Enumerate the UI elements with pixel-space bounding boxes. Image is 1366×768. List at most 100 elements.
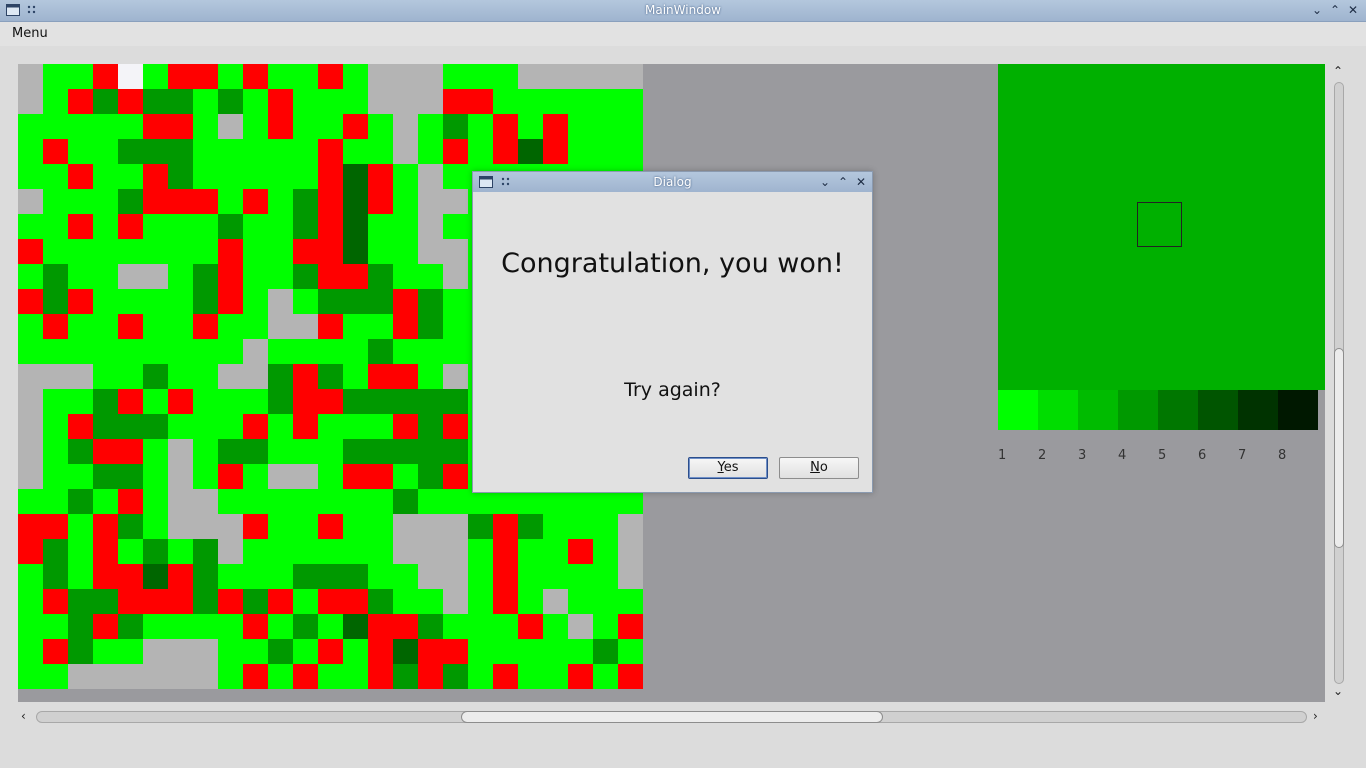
board-cell[interactable] [68,214,93,239]
board-cell[interactable] [268,364,293,389]
board-cell[interactable] [468,64,493,89]
palette-swatch-4[interactable] [1118,390,1158,430]
board-cell[interactable] [343,89,368,114]
board-cell[interactable] [368,464,393,489]
board-cell[interactable] [18,64,43,89]
board-cell[interactable] [93,614,118,639]
board-cell[interactable] [318,614,343,639]
board-cell[interactable] [43,589,68,614]
board-cell[interactable] [168,239,193,264]
scroll-left-icon[interactable]: ‹ [21,709,26,723]
board-cell[interactable] [318,139,343,164]
board-cell[interactable] [118,89,143,114]
board-cell[interactable] [168,289,193,314]
board-cell[interactable] [193,639,218,664]
board-cell[interactable] [143,564,168,589]
board-cell[interactable] [143,639,168,664]
board-cell[interactable] [43,664,68,689]
board-cell[interactable] [18,614,43,639]
board-cell[interactable] [93,164,118,189]
board-cell[interactable] [193,339,218,364]
board-cell[interactable] [293,264,318,289]
board-cell[interactable] [318,564,343,589]
board-cell[interactable] [593,639,618,664]
board-cell[interactable] [368,214,393,239]
board-cell[interactable] [493,89,518,114]
board-cell[interactable] [593,139,618,164]
board-cell[interactable] [418,314,443,339]
board-cell[interactable] [168,564,193,589]
board-cell[interactable] [293,489,318,514]
vertical-scroll-thumb[interactable] [1334,348,1344,548]
board-cell[interactable] [393,264,418,289]
board-cell[interactable] [543,589,568,614]
board-cell[interactable] [143,114,168,139]
board-cell[interactable] [568,664,593,689]
board-cell[interactable] [293,389,318,414]
board-cell[interactable] [293,189,318,214]
board-cell[interactable] [243,539,268,564]
board-cell[interactable] [193,89,218,114]
board-cell[interactable] [218,439,243,464]
board-cell[interactable] [93,539,118,564]
palette-swatch-5[interactable] [1158,390,1198,430]
board-cell[interactable] [93,564,118,589]
board-cell[interactable] [493,639,518,664]
board-cell[interactable] [593,64,618,89]
board-cell[interactable] [18,339,43,364]
board-cell[interactable] [143,614,168,639]
board-cell[interactable] [393,314,418,339]
board-cell[interactable] [268,614,293,639]
board-cell[interactable] [243,564,268,589]
board-cell[interactable] [443,464,468,489]
board-cell[interactable] [218,664,243,689]
board-cell[interactable] [368,439,393,464]
board-cell[interactable] [393,539,418,564]
color-palette[interactable] [998,390,1318,430]
board-cell[interactable] [493,539,518,564]
board-cell[interactable] [393,389,418,414]
board-cell[interactable] [293,139,318,164]
board-cell[interactable] [243,639,268,664]
board-cell[interactable] [518,564,543,589]
no-button[interactable]: No [779,457,859,479]
board-cell[interactable] [118,264,143,289]
board-cell[interactable] [118,164,143,189]
board-cell[interactable] [393,589,418,614]
board-cell[interactable] [93,514,118,539]
board-cell[interactable] [443,214,468,239]
board-cell[interactable] [368,264,393,289]
board-cell[interactable] [418,664,443,689]
board-cell[interactable] [193,114,218,139]
board-cell[interactable] [68,389,93,414]
yes-button[interactable]: Yes [688,457,768,479]
board-cell[interactable] [293,114,318,139]
board-cell[interactable] [268,189,293,214]
board-cell[interactable] [93,189,118,214]
board-cell[interactable] [343,414,368,439]
board-cell[interactable] [268,114,293,139]
board-cell[interactable] [118,339,143,364]
board-cell[interactable] [593,114,618,139]
board-cell[interactable] [318,589,343,614]
board-cell[interactable] [93,489,118,514]
board-cell[interactable] [443,139,468,164]
board-cell[interactable] [18,189,43,214]
board-cell[interactable] [18,539,43,564]
board-cell[interactable] [318,464,343,489]
board-cell[interactable] [368,289,393,314]
board-cell[interactable] [218,589,243,614]
board-cell[interactable] [343,289,368,314]
board-cell[interactable] [268,414,293,439]
board-cell[interactable] [43,364,68,389]
board-cell[interactable] [243,189,268,214]
board-cell[interactable] [218,164,243,189]
board-cell[interactable] [293,664,318,689]
board-cell[interactable] [118,314,143,339]
board-cell[interactable] [618,139,643,164]
board-cell[interactable] [43,389,68,414]
board-cell[interactable] [393,639,418,664]
board-cell[interactable] [293,214,318,239]
board-cell[interactable] [143,289,168,314]
board-cell[interactable] [243,389,268,414]
